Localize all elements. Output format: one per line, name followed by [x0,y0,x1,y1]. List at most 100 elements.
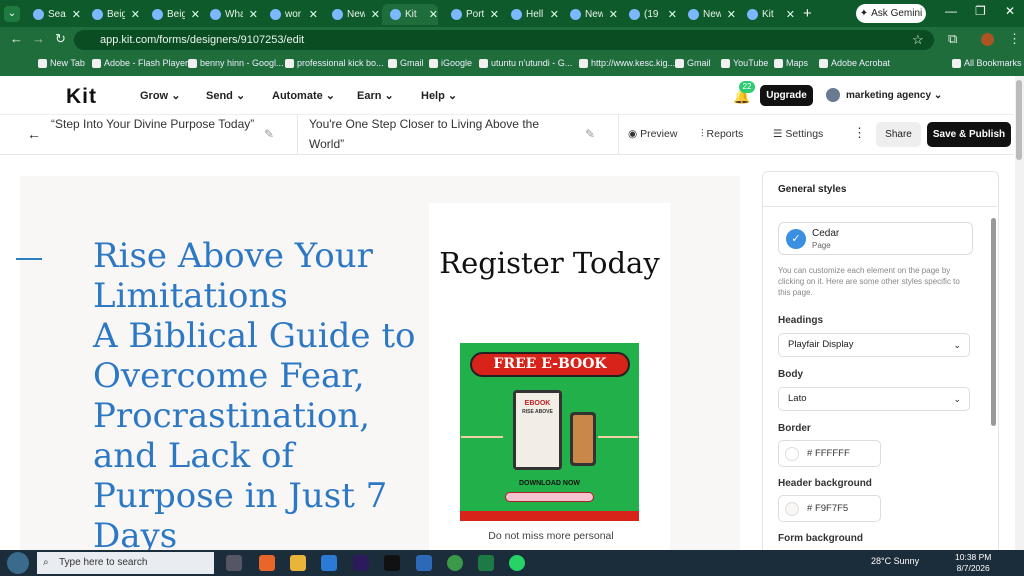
browser-tab[interactable]: Kit ✕ [739,4,795,25]
outlook-icon[interactable] [321,555,337,571]
bookmark-item[interactable]: http://www.kesc.kig... [579,58,675,68]
preview-button[interactable]: ◉ Preview [628,128,677,140]
color-swatch[interactable] [785,447,799,461]
browser-tab[interactable]: Beig ✕ [144,4,200,25]
bookmark-item[interactable]: Gmail [675,58,711,68]
weather[interactable]: 28°C Sunny [871,556,919,566]
browser-tab[interactable]: Wha✕ [202,4,258,25]
page-scrollbar-thumb[interactable] [1016,80,1022,160]
nav-menu-grow[interactable]: Grow ⌄ [140,89,180,102]
bookmark-item[interactable]: iGoogle [429,58,472,68]
chrome-icon[interactable] [447,555,463,571]
browser-menu-icon[interactable]: ⋮ [1008,31,1021,47]
close-tab-icon[interactable]: ✕ [490,8,499,21]
close-tab-icon[interactable]: ✕ [609,8,618,21]
close-tab-icon[interactable]: ✕ [668,8,677,21]
firefox-icon[interactable] [259,555,275,571]
ask-gemini-button[interactable]: ✦ Ask Gemini [856,4,926,23]
profile-avatar[interactable] [981,33,994,46]
header-bg-color-field[interactable]: # F9F7F5 [778,495,881,522]
share-button[interactable]: Share [876,122,921,147]
bookmark-item[interactable]: Adobe Acrobat [819,58,890,68]
color-swatch[interactable] [785,502,799,516]
browser-tab[interactable]: (19 ✕ [621,4,677,25]
browser-tab[interactable]: Hell ✕ [503,4,559,25]
kit-logo[interactable]: Kit [66,85,97,109]
account-avatar[interactable] [826,88,840,102]
bookmark-item[interactable]: Adobe - Flash Player [92,58,188,68]
browser-tab[interactable]: Kit ✕ [382,4,438,25]
tab-search-icon[interactable]: ⌄ [4,6,20,22]
minimize-icon[interactable]: — [945,4,957,18]
close-tab-icon[interactable]: ✕ [249,8,258,21]
file-explorer-icon[interactable] [290,555,306,571]
edit-pencil-icon[interactable]: ✎ [264,127,274,141]
register-title[interactable]: Register Today [429,240,670,286]
browser-tab[interactable]: New ✕ [680,4,736,25]
save-publish-button[interactable]: Save & Publish [927,122,1011,147]
close-tab-icon[interactable]: ✕ [72,8,81,21]
edit-pencil-icon[interactable]: ✎ [585,127,595,141]
back-icon[interactable]: ← [10,31,23,46]
browser-tab[interactable]: Port ✕ [443,4,499,25]
nav-menu-earn[interactable]: Earn ⌄ [357,89,394,102]
close-window-icon[interactable]: ✕ [1005,4,1015,18]
browser-tab[interactable]: wor ✕ [262,4,318,25]
form-subtitle-field[interactable]: You're One Step Closer to Living Above t… [309,114,564,154]
upgrade-button[interactable]: Upgrade [760,85,813,106]
new-tab-icon[interactable]: + [803,5,812,22]
back-arrow-icon[interactable]: ← [27,126,41,142]
close-tab-icon[interactable]: ✕ [191,8,200,21]
bookmark-item[interactable]: benny hinn - Googl... [188,58,284,68]
bookmark-item[interactable]: professional kick bo... [285,58,384,68]
body-font-select[interactable]: Lato ⌄ [778,387,970,411]
form-description[interactable]: Do not miss more personal [476,530,626,542]
reports-button[interactable]: ⫶ Reports [701,128,743,141]
close-tab-icon[interactable]: ✕ [309,8,318,21]
bookmark-item[interactable]: Maps [774,58,808,68]
browser-tab[interactable]: New ✕ [562,4,618,25]
extensions-icon[interactable]: ⧉ [948,31,957,47]
taskbar-search[interactable]: ⌕ Type here to search [37,552,214,574]
forward-icon[interactable]: → [32,31,45,46]
browser-tab[interactable]: Beig ✕ [84,4,140,25]
bookmark-item[interactable]: Gmail [388,58,424,68]
settings-button[interactable]: ☰ Settings [773,128,823,140]
close-tab-icon[interactable]: ✕ [429,8,438,21]
store-icon[interactable] [416,555,432,571]
account-menu[interactable]: marketing agency ⌄ [846,90,942,101]
reload-icon[interactable]: ↻ [55,31,66,47]
border-color-field[interactable]: # FFFFFF [778,440,881,467]
tiktok-icon[interactable] [384,555,400,571]
premiere-icon[interactable] [353,555,369,571]
nav-menu-automate[interactable]: Automate ⌄ [272,89,335,102]
close-tab-icon[interactable]: ✕ [550,8,559,21]
clock[interactable]: 10:38 PM 8/7/2026 [955,552,991,574]
browser-tab[interactable]: Sea ✕ [25,4,81,25]
bookmark-star-icon[interactable]: ☆ [912,32,924,48]
restore-icon[interactable]: ❐ [975,4,986,18]
browser-tab[interactable]: New ✕ [324,4,380,25]
form-title-field[interactable]: “Step Into Your Divine Purpose Today” [51,114,256,134]
start-button[interactable] [7,552,29,574]
task-view-icon[interactable] [226,555,242,571]
nav-menu-send[interactable]: Send ⌄ [206,89,245,102]
excel-icon[interactable] [478,555,494,571]
bookmark-item[interactable]: utuntu n'utundi - G... [479,58,572,68]
theme-card[interactable] [778,222,973,255]
close-tab-icon[interactable]: ✕ [786,8,795,21]
all-bookmarks[interactable]: All Bookmarks [952,58,1022,68]
favicon-icon [152,9,163,20]
more-options-icon[interactable]: ⋮ [853,125,866,141]
address-bar[interactable]: app.kit.com/forms/designers/9107253/edit [74,30,934,50]
whatsapp-icon[interactable] [509,555,525,571]
bookmark-item[interactable]: YouTube [721,58,768,68]
close-tab-icon[interactable]: ✕ [371,8,380,21]
landing-headline[interactable]: Rise Above Your Limitations A Biblical G… [93,236,423,556]
close-tab-icon[interactable]: ✕ [131,8,140,21]
close-tab-icon[interactable]: ✕ [727,8,736,21]
nav-menu-help[interactable]: Help ⌄ [421,89,457,102]
panel-scrollbar[interactable] [991,218,996,426]
headings-font-select[interactable]: Playfair Display ⌄ [778,333,970,357]
bookmark-item[interactable]: New Tab [38,58,85,68]
